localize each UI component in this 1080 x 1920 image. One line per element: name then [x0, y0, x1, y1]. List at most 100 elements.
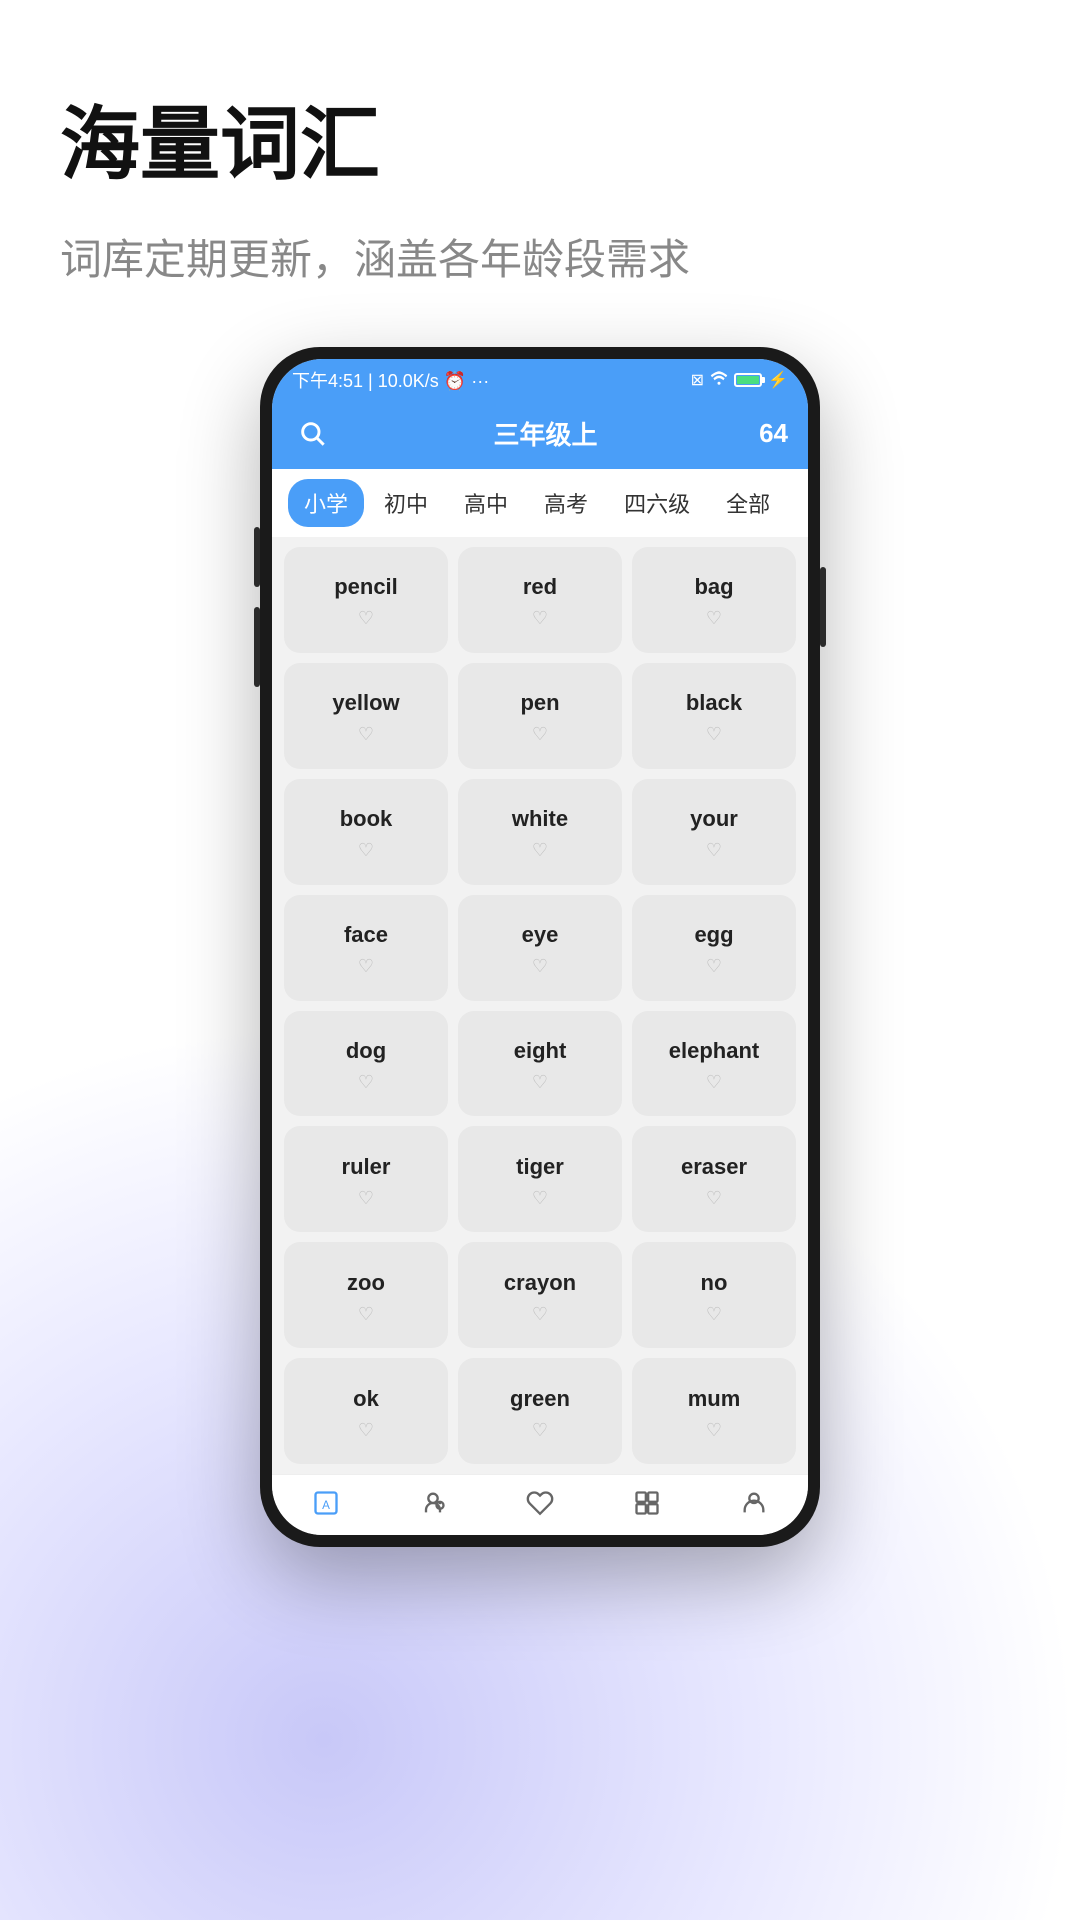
word-card[interactable]: book ♡ — [284, 779, 448, 885]
word-card[interactable]: your♡ — [632, 779, 796, 885]
word-text: green — [510, 1386, 570, 1412]
expand-icon — [629, 1485, 665, 1521]
favorite-icon[interactable]: ♡ — [532, 1420, 548, 1441]
word-card[interactable]: pen ♡ — [458, 663, 622, 769]
favorite-icon[interactable]: ♡ — [706, 1304, 722, 1325]
word-text: pencil — [334, 574, 398, 600]
favorite-icon[interactable]: ♡ — [706, 608, 722, 629]
word-card[interactable]: zoo ♡ — [284, 1242, 448, 1348]
page-content: 海量词汇 词库定期更新，涵盖各年龄段需求 下午4:51 | 10.0K/s ⏰ … — [0, 0, 1080, 1547]
vocab-icon: A — [308, 1485, 344, 1521]
phone-frame: 下午4:51 | 10.0K/s ⏰ ··· ⊠ — [260, 347, 820, 1547]
volume-up-button — [254, 527, 260, 587]
word-card[interactable]: black ♡ — [632, 663, 796, 769]
word-card[interactable]: mum♡ — [632, 1358, 796, 1464]
word-card[interactable]: eight♡ — [458, 1011, 622, 1117]
nav-vocab[interactable]: A — [308, 1485, 344, 1521]
search-button[interactable] — [292, 413, 332, 453]
tab-all[interactable]: 全部 — [710, 479, 786, 527]
word-text: white — [512, 806, 568, 832]
word-card[interactable]: white ♡ — [458, 779, 622, 885]
favorite-icon[interactable]: ♡ — [706, 1072, 722, 1093]
word-card[interactable]: no ♡ — [632, 1242, 796, 1348]
favorite-icon[interactable]: ♡ — [358, 724, 374, 745]
word-card[interactable]: eraser ♡ — [632, 1126, 796, 1232]
tab-high[interactable]: 高中 — [448, 479, 524, 527]
phone-wrapper: 下午4:51 | 10.0K/s ⏰ ··· ⊠ — [60, 347, 1020, 1547]
tab-middle[interactable]: 初中 — [368, 479, 444, 527]
word-text: eye — [522, 922, 559, 948]
tab-cet[interactable]: 四六级 — [608, 479, 706, 527]
word-card[interactable]: bag ♡ — [632, 547, 796, 653]
favorite-icon[interactable]: ♡ — [532, 1188, 548, 1209]
word-text: pen — [520, 690, 559, 716]
favorite-icon[interactable]: ♡ — [532, 956, 548, 977]
word-card[interactable]: crayon ♡ — [458, 1242, 622, 1348]
word-text: dog — [346, 1038, 386, 1064]
phone-screen: 下午4:51 | 10.0K/s ⏰ ··· ⊠ — [272, 359, 808, 1535]
word-card[interactable]: green ♡ — [458, 1358, 622, 1464]
word-text: ruler — [342, 1154, 391, 1180]
svg-text:A: A — [322, 1499, 330, 1512]
favorite-icon[interactable]: ♡ — [358, 1072, 374, 1093]
tab-elementary[interactable]: 小学 — [288, 479, 364, 527]
app-title: 三年级上 — [494, 415, 598, 452]
favorite-icon[interactable]: ♡ — [532, 840, 548, 861]
words-grid: pencil♡red♡bag♡yellow♡pen♡black♡book♡whi… — [272, 537, 808, 1474]
nav-learn[interactable] — [415, 1485, 451, 1521]
favorite-icon[interactable]: ♡ — [358, 1188, 374, 1209]
word-card[interactable]: yellow ♡ — [284, 663, 448, 769]
favorite-icon[interactable]: ♡ — [706, 1420, 722, 1441]
tab-gaokao[interactable]: 高考 — [528, 479, 604, 527]
status-speed: 10.0K/s — [378, 371, 439, 391]
favorite-icon[interactable]: ♡ — [358, 1304, 374, 1325]
word-text: black — [686, 690, 742, 716]
nav-favorite[interactable] — [522, 1485, 558, 1521]
word-card[interactable]: face♡ — [284, 895, 448, 1001]
favorite-icon[interactable]: ♡ — [706, 724, 722, 745]
word-card[interactable]: dog ♡ — [284, 1011, 448, 1117]
word-card[interactable]: ruler ♡ — [284, 1126, 448, 1232]
favorite-icon[interactable]: ♡ — [358, 956, 374, 977]
status-time: 下午4:51 — [292, 371, 363, 391]
screen-off-icon: ⊠ — [691, 370, 704, 390]
favorite-icon[interactable]: ♡ — [358, 840, 374, 861]
nav-profile[interactable] — [736, 1485, 772, 1521]
word-text: eraser — [681, 1154, 747, 1180]
word-text: yellow — [332, 690, 399, 716]
word-text: crayon — [504, 1270, 576, 1296]
word-text: elephant — [669, 1038, 759, 1064]
word-text: zoo — [347, 1270, 385, 1296]
word-text: tiger — [516, 1154, 564, 1180]
word-card[interactable]: elephant ♡ — [632, 1011, 796, 1117]
word-card[interactable]: pencil ♡ — [284, 547, 448, 653]
status-icons: ⊠ ⚡ — [691, 370, 788, 390]
word-card[interactable]: red ♡ — [458, 547, 622, 653]
favorite-icon[interactable]: ♡ — [358, 608, 374, 629]
word-card[interactable]: egg♡ — [632, 895, 796, 1001]
search-icon — [298, 419, 326, 447]
word-text: red — [523, 574, 557, 600]
favorite-icon[interactable]: ♡ — [706, 840, 722, 861]
favorite-icon[interactable]: ♡ — [532, 724, 548, 745]
power-button — [820, 567, 826, 647]
word-card[interactable]: tiger ♡ — [458, 1126, 622, 1232]
nav-expand[interactable] — [629, 1485, 665, 1521]
word-text: no — [701, 1270, 728, 1296]
heart-icon — [522, 1485, 558, 1521]
charging-icon: ⚡ — [768, 370, 788, 390]
favorite-icon[interactable]: ♡ — [706, 956, 722, 977]
wifi-icon — [710, 371, 728, 390]
app-header: 三年级上 64 — [272, 401, 808, 469]
favorite-icon[interactable]: ♡ — [532, 1304, 548, 1325]
favorite-icon[interactable]: ♡ — [532, 608, 548, 629]
favorite-icon[interactable]: ♡ — [706, 1188, 722, 1209]
favorite-icon[interactable]: ♡ — [358, 1420, 374, 1441]
favorite-icon[interactable]: ♡ — [532, 1072, 548, 1093]
word-text: bag — [694, 574, 733, 600]
word-card[interactable]: eye ♡ — [458, 895, 622, 1001]
word-card[interactable]: ok♡ — [284, 1358, 448, 1464]
status-alarm: ⏰ ··· — [444, 371, 489, 391]
hero-title: 海量词汇 — [60, 80, 1020, 196]
word-text: book — [340, 806, 393, 832]
